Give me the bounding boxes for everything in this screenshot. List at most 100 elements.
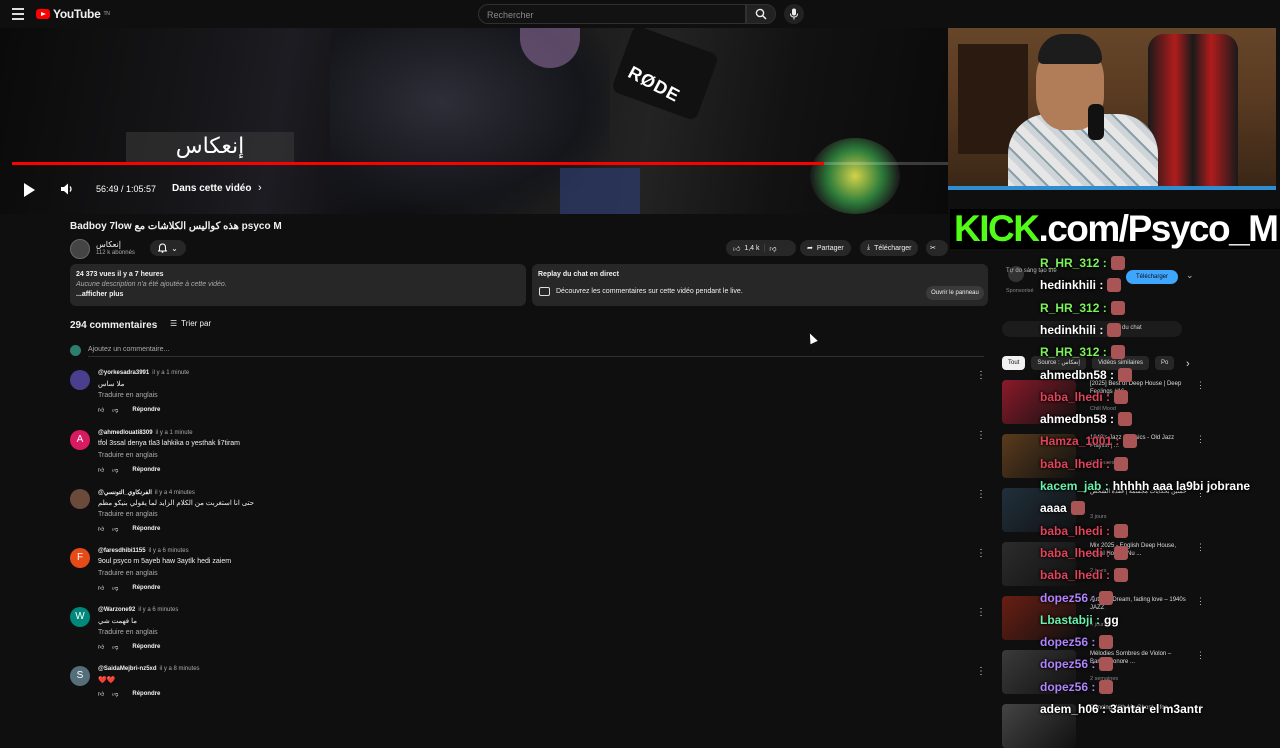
voice-search-button[interactable] <box>784 4 804 24</box>
notification-bell-button[interactable]: ⌄ <box>150 240 186 256</box>
logo-country: TN <box>103 11 110 17</box>
chat-message: aaaa <box>1040 501 1089 515</box>
chat-emote-icon <box>1107 278 1122 292</box>
like-dislike-group[interactable]: 👍︎ 1,4 k | 👎︎ <box>726 240 796 256</box>
microphone-icon <box>790 8 798 20</box>
comment-author-name[interactable]: @faresdhibi1155 <box>98 548 146 554</box>
thumbs-up-icon[interactable]: 👍︎ <box>98 406 104 414</box>
reply-button[interactable]: Répondre <box>132 407 160 413</box>
more-options-icon[interactable]: ⋮ <box>976 607 986 618</box>
comment-author[interactable]: @ahmedlouati8309 il y a 1 minute <box>98 430 193 436</box>
translate-link[interactable]: Traduire en anglais <box>98 629 158 636</box>
show-more-link[interactable]: ...afficher plus <box>76 290 520 300</box>
volume-icon[interactable] <box>60 182 74 199</box>
more-options-icon[interactable]: ⋮ <box>976 666 986 677</box>
comment-author-name[interactable]: @yorkesadra3991 <box>98 370 149 376</box>
more-options-icon[interactable]: ⋮ <box>1196 380 1205 391</box>
share-button[interactable]: ➦ Partager <box>800 240 851 256</box>
comment-author[interactable]: @yorkesadra3991 il y a 1 minute <box>98 370 189 376</box>
reply-button[interactable]: Répondre <box>132 644 160 650</box>
thumbs-up-icon[interactable]: 👍︎ <box>98 466 104 474</box>
comment-author[interactable]: @SaidaMejbri-nz5xd il y a 8 minutes <box>98 666 200 672</box>
chat-replay-box: Replay du chat en direct Découvrez les c… <box>532 264 988 306</box>
translate-link[interactable]: Traduire en anglais <box>98 452 158 459</box>
download-button[interactable]: ⤓ Télécharger <box>860 240 919 256</box>
chat-text: gg <box>1104 613 1119 627</box>
ad-download-button[interactable]: Télécharger <box>1126 270 1178 284</box>
youtube-logo[interactable]: YouTube TN <box>36 7 110 21</box>
more-options-icon[interactable]: ⋮ <box>976 430 986 441</box>
clip-button[interactable]: ✂ <box>926 240 948 256</box>
search-input[interactable]: Rechercher <box>478 4 746 24</box>
thumbs-down-icon[interactable]: 👎︎ <box>769 244 776 253</box>
more-options-icon[interactable]: ⋮ <box>976 370 986 381</box>
comment-author[interactable]: @الفرنكاوي_التونسي il y a 4 minutes <box>98 489 195 496</box>
comment-avatar[interactable] <box>70 370 90 390</box>
comment-author-name[interactable]: @SaidaMejbri-nz5xd <box>98 666 157 672</box>
thumbs-up-icon[interactable]: 👍︎ <box>98 525 104 533</box>
thumbs-up-icon[interactable]: 👍︎ <box>733 244 740 253</box>
like-count: 1,4 k <box>744 244 760 252</box>
thumbs-down-icon[interactable]: 👎︎ <box>112 584 118 592</box>
thumbs-down-icon[interactable]: 👎︎ <box>112 406 118 414</box>
thumbs-down-icon[interactable]: 👎︎ <box>112 466 118 474</box>
comment-item: W @Warzone92 il y a 6 minutes ما فهمت شي Tra… <box>70 607 986 665</box>
video-frame-flag <box>560 168 640 214</box>
hamburger-menu-icon[interactable] <box>12 8 24 20</box>
chevron-right-icon[interactable]: › <box>1186 358 1190 370</box>
sort-button[interactable]: ☰ Trier par <box>170 319 211 328</box>
comment-author-name[interactable]: @Warzone92 <box>98 607 135 613</box>
comment-author[interactable]: @Warzone92 il y a 6 minutes <box>98 607 178 613</box>
comment-avatar[interactable]: S <box>70 666 90 686</box>
reply-button[interactable]: Répondre <box>132 526 160 532</box>
thumbs-down-icon[interactable]: 👎︎ <box>112 643 118 651</box>
chat-emote-icon <box>1107 323 1122 337</box>
thumbs-up-icon[interactable]: 👍︎ <box>98 584 104 592</box>
channel-name[interactable]: إنعكاس <box>96 240 121 249</box>
more-options-icon[interactable]: ⋮ <box>1196 434 1205 445</box>
comment-avatar[interactable] <box>70 489 90 509</box>
reply-button[interactable]: Répondre <box>132 467 160 473</box>
comment-avatar[interactable]: W <box>70 607 90 627</box>
chat-emote-icon <box>1099 657 1114 671</box>
comment-author[interactable]: @faresdhibi1155 il y a 6 minutes <box>98 548 189 554</box>
reply-button[interactable]: Répondre <box>132 585 160 591</box>
more-options-icon[interactable]: ⋮ <box>976 489 986 500</box>
more-options-icon[interactable]: ⋮ <box>1196 542 1205 553</box>
comment-time: il y a 1 minute <box>152 370 190 376</box>
more-options-icon[interactable]: ⋮ <box>976 548 986 559</box>
chevron-right-icon[interactable]: › <box>258 182 262 194</box>
search-button[interactable] <box>746 4 776 24</box>
chat-username: dopez56 : <box>1040 591 1096 605</box>
chat-emote-icon <box>1123 434 1138 448</box>
more-options-icon[interactable]: ⋮ <box>1196 650 1205 661</box>
description-box[interactable]: 24 373 vues il y a 7 heures Aucune descr… <box>70 264 526 306</box>
add-comment-input[interactable]: Ajoutez un commentaire... <box>88 346 169 353</box>
chevron-down-icon[interactable]: ⌄ <box>1186 270 1194 281</box>
more-options-icon[interactable]: ⋮ <box>1196 596 1205 607</box>
translate-link[interactable]: Traduire en anglais <box>98 392 158 399</box>
translate-link[interactable]: Traduire en anglais <box>98 511 158 518</box>
comment-avatar[interactable]: F <box>70 548 90 568</box>
open-panel-button[interactable]: Ouvrir le panneau <box>926 286 984 300</box>
comment-author-name[interactable]: @ahmedlouati8309 <box>98 430 153 436</box>
filter-chip[interactable]: Po <box>1154 356 1175 370</box>
play-icon[interactable] <box>24 183 35 197</box>
streamer-webcam <box>948 4 1276 190</box>
comment-author-name[interactable]: @الفرنكاوي_التونسي <box>98 490 152 496</box>
chapter-button[interactable]: Dans cette vidéo <box>172 183 251 194</box>
thumbs-up-icon[interactable]: 👍︎ <box>98 643 104 651</box>
comment-avatar[interactable]: A <box>70 430 90 450</box>
reply-button[interactable]: Répondre <box>132 691 160 697</box>
comment-text: ملا ساس <box>98 381 125 388</box>
progress-bar[interactable] <box>12 162 948 165</box>
chat-icon <box>539 287 550 296</box>
thumbs-up-icon[interactable]: 👍︎ <box>98 690 104 698</box>
channel-avatar[interactable] <box>70 239 90 259</box>
thumbs-down-icon[interactable]: 👎︎ <box>112 525 118 533</box>
thumbs-down-icon[interactable]: 👎︎ <box>112 690 118 698</box>
chat-emote-icon <box>1114 457 1129 471</box>
chat-username: dopez56 : <box>1040 635 1096 649</box>
filter-chip[interactable]: Tout <box>1002 356 1026 370</box>
translate-link[interactable]: Traduire en anglais <box>98 570 158 577</box>
